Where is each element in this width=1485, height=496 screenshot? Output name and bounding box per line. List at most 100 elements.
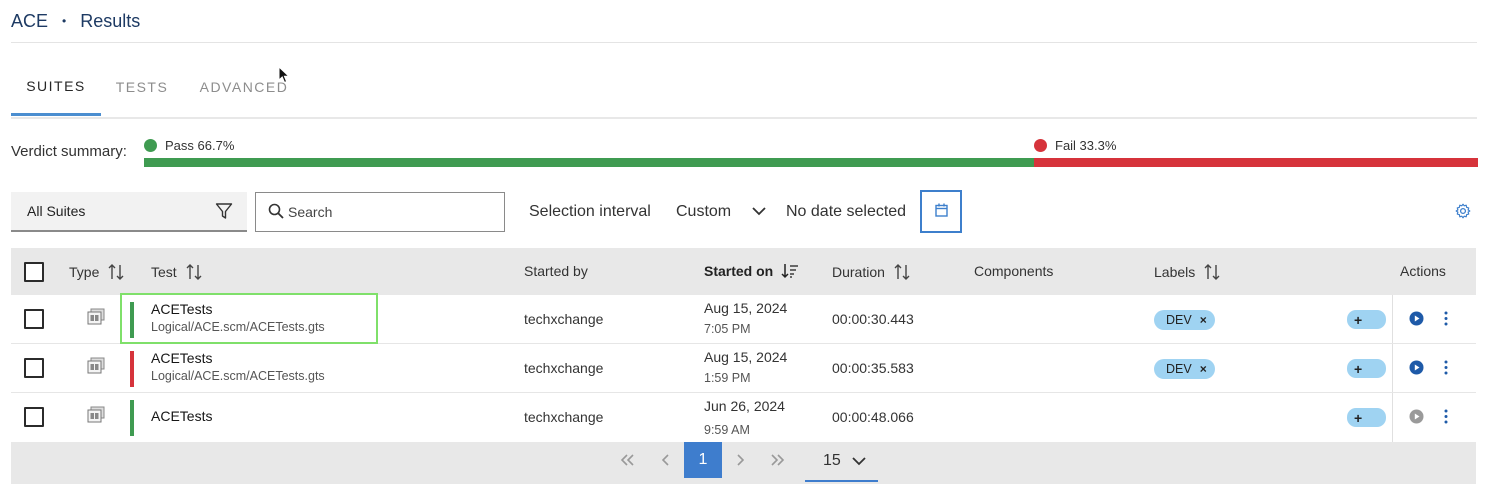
actions-divider: [1392, 295, 1393, 343]
tab-divider: [11, 117, 1477, 119]
play-icon[interactable]: [1409, 311, 1424, 329]
label-tag: DEV ×: [1154, 310, 1215, 330]
filter-icon[interactable]: [215, 202, 233, 223]
column-started-by: Started by: [524, 263, 588, 279]
started-date: Jun 26, 2024: [704, 398, 785, 414]
table-row[interactable]: ACETests Logical/ACE.scm/ACETests.gts te…: [11, 344, 1476, 393]
column-labels[interactable]: Labels: [1154, 263, 1221, 281]
results-table: Type Test Started by Started on Duration…: [11, 248, 1476, 484]
last-page-icon[interactable]: [768, 442, 788, 478]
play-icon[interactable]: [1409, 360, 1424, 378]
suite-filter-value: All Suites: [27, 203, 86, 219]
duration: 00:00:30.443: [832, 311, 914, 327]
gear-icon[interactable]: [1455, 203, 1471, 222]
page-button-current[interactable]: 1: [684, 442, 722, 478]
row-checkbox[interactable]: [24, 358, 44, 378]
breadcrumb-current: Results: [80, 10, 141, 31]
label-tag: DEV ×: [1154, 359, 1215, 379]
header-divider: [11, 42, 1477, 43]
play-disabled-icon: [1409, 409, 1424, 427]
label-tag-text: DEV: [1166, 313, 1192, 327]
table-row[interactable]: ACETests techxchange Jun 26, 2024 9:59 A…: [11, 393, 1476, 442]
verdict-summary: Verdict summary: Pass 66.7% Fail 33.3%: [11, 138, 1478, 170]
fail-dot-icon: [1034, 139, 1047, 152]
next-page-icon[interactable]: [730, 442, 750, 478]
chevron-down-icon: [751, 203, 767, 221]
add-label-button[interactable]: +: [1347, 408, 1386, 427]
actions-divider: [1392, 344, 1393, 392]
page-size-value: 15: [823, 452, 841, 469]
verdict-indicator-pass: [130, 302, 134, 338]
suite-filter-dropdown[interactable]: All Suites: [11, 192, 247, 232]
started-date: Aug 15, 2024: [704, 300, 788, 316]
column-actions: Actions: [1400, 263, 1446, 279]
started-time: 1:59 PM: [704, 371, 751, 385]
test-name[interactable]: ACETests: [151, 350, 212, 366]
verdict-indicator-fail: [130, 351, 134, 387]
tab-bar: SUITES TESTS ADVANCED: [11, 58, 305, 118]
pass-legend: Pass 66.7%: [144, 138, 234, 153]
suite-type-icon: [86, 357, 106, 378]
column-test[interactable]: Test: [151, 263, 203, 281]
pass-legend-label: Pass 66.7%: [165, 138, 235, 153]
column-type[interactable]: Type: [69, 263, 125, 281]
table-row[interactable]: ACETests Logical/ACE.scm/ACETests.gts te…: [11, 295, 1476, 344]
started-by: techxchange: [524, 311, 604, 327]
fail-legend-label: Fail 33.3%: [1055, 138, 1117, 153]
remove-label-icon[interactable]: ×: [1200, 313, 1207, 327]
column-type-label: Type: [69, 264, 100, 280]
duration: 00:00:48.066: [832, 409, 914, 425]
sort-icon[interactable]: [893, 263, 911, 281]
add-label-button[interactable]: +: [1347, 310, 1386, 329]
row-checkbox[interactable]: [24, 407, 44, 427]
suite-type-icon: [86, 406, 106, 427]
column-components: Components: [974, 263, 1053, 279]
sort-icon[interactable]: [185, 263, 203, 281]
column-labels-label: Labels: [1154, 264, 1196, 280]
test-path: Logical/ACE.scm/ACETests.gts: [151, 369, 325, 383]
page-size-dropdown[interactable]: 15: [805, 442, 878, 482]
search-box[interactable]: [255, 192, 505, 232]
search-input[interactable]: [288, 204, 488, 220]
breadcrumb-root[interactable]: ACE: [11, 11, 48, 32]
column-started-on-label: Started on: [704, 263, 774, 279]
date-range-label: No date selected: [786, 203, 907, 220]
pass-dot-icon: [144, 139, 157, 152]
label-tag-text: DEV: [1166, 362, 1192, 376]
remove-label-icon[interactable]: ×: [1200, 362, 1207, 376]
chevron-down-icon: [852, 457, 866, 466]
kebab-icon[interactable]: [1443, 311, 1449, 329]
prev-page-icon[interactable]: [656, 442, 676, 478]
row-checkbox[interactable]: [24, 309, 44, 329]
tab-suites[interactable]: SUITES: [11, 58, 101, 116]
test-name[interactable]: ACETests: [151, 301, 212, 317]
add-label-button[interactable]: +: [1347, 359, 1386, 378]
column-started-by-label: Started by: [524, 263, 588, 279]
column-duration[interactable]: Duration: [832, 263, 911, 281]
first-page-icon[interactable]: [617, 442, 637, 478]
verdict-bar-fail: [1033, 158, 1478, 167]
fail-legend: Fail 33.3%: [1034, 138, 1116, 153]
suite-type-icon: [86, 308, 106, 329]
selection-interval-dropdown[interactable]: Custom: [676, 203, 767, 221]
column-started-on[interactable]: Started on: [704, 263, 799, 279]
toolbar: All Suites Selection interval Custom No …: [11, 190, 1476, 233]
pagination: 1 15: [11, 442, 1476, 484]
selection-interval-label: Selection interval: [529, 203, 651, 220]
search-icon: [268, 203, 284, 222]
tab-tests[interactable]: TESTS: [101, 58, 183, 116]
select-all-checkbox[interactable]: [24, 262, 44, 282]
kebab-icon[interactable]: [1443, 360, 1449, 378]
verdict-bar-pass: [144, 158, 1034, 167]
verdict-summary-label: Verdict summary:: [11, 143, 127, 160]
sort-descending-icon[interactable]: [781, 263, 799, 279]
selection-interval-value: Custom: [676, 203, 732, 220]
breadcrumb-separator: •: [62, 14, 67, 28]
started-time: 7:05 PM: [704, 322, 751, 336]
sort-icon[interactable]: [107, 263, 125, 281]
sort-icon[interactable]: [1203, 263, 1221, 281]
test-name[interactable]: ACETests: [151, 408, 212, 424]
kebab-icon[interactable]: [1443, 409, 1449, 427]
started-by: techxchange: [524, 360, 604, 376]
calendar-button[interactable]: [920, 190, 962, 233]
